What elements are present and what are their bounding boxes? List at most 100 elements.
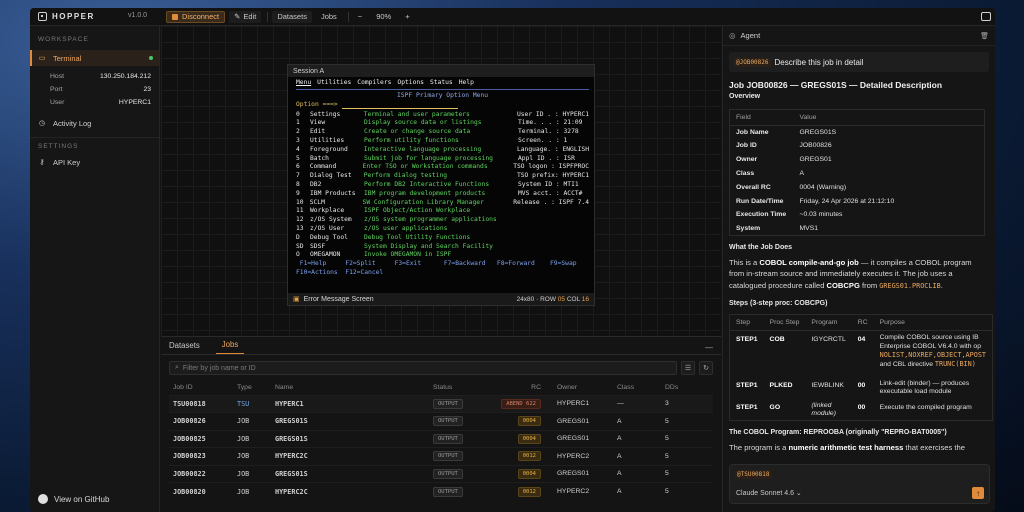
- ispf-option-row[interactable]: SD SDSF System Display and Search Facility: [296, 243, 589, 252]
- table-row: Overall RC 0004 (Warning): [736, 183, 847, 191]
- list-icon: ☰: [684, 365, 692, 372]
- tab-jobs[interactable]: Jobs: [215, 340, 245, 354]
- job-dd-count: 5: [661, 447, 713, 465]
- job-type: JOB: [233, 412, 271, 430]
- menu-item[interactable]: Options: [397, 79, 424, 86]
- list-view-button[interactable]: ☰: [681, 361, 695, 375]
- job-name: HYPERC2C: [271, 447, 429, 465]
- overview-table: Field Value Job Name GREGS01S Job ID JOB008…: [729, 108, 985, 237]
- zoom-in-button[interactable]: +: [400, 11, 414, 23]
- github-link[interactable]: View on GitHub: [38, 494, 109, 504]
- session-status-bar: ▣ Error Message Screen 24x80 · ROW 05 CO…: [288, 293, 594, 305]
- menu-item[interactable]: Help: [459, 79, 474, 86]
- disconnect-button[interactable]: Disconnect: [166, 10, 226, 23]
- job-name: GREGS01S: [271, 412, 429, 430]
- ispf-option-row[interactable]: 6 Command Enter TSO or Workstation command…: [296, 163, 589, 172]
- terminal-icon: ▭: [38, 55, 46, 62]
- table-row[interactable]: JOB00820 JOB HYPERC2C OUTPUT 0012 HYPERC2 A 5: [169, 482, 713, 500]
- ispf-option-row[interactable]: 0 Settings Terminal and user parameters Use…: [296, 111, 589, 120]
- trash-icon[interactable]: 🗑: [980, 32, 989, 40]
- table-row[interactable]: JOB00823 JOB HYPERC2C OUTPUT 0012 HYPERC2 A 5: [169, 447, 713, 465]
- job-owner: HYPERC1: [553, 394, 613, 413]
- ispf-option-row[interactable]: 13 z/OS User z/OS user applications: [296, 225, 589, 234]
- sidebar: WORKSPACE ▭ Terminal Host 130.250.184.212…: [30, 26, 160, 512]
- job-dd-count: 5: [661, 412, 713, 430]
- job-dd-count: 3: [661, 394, 713, 413]
- ispf-option-row[interactable]: 9 IBM Products IBM program development pro…: [296, 190, 589, 199]
- jobs-panel: Datasets Jobs — ⌕ Filter by job name or …: [161, 336, 721, 512]
- steps-table: Step Proc Step Program RC Purpose STEP1 …: [729, 313, 994, 422]
- job-owner: HYPERC2: [553, 482, 613, 500]
- sidebar-item-activity-log[interactable]: ◷ Activity Log: [30, 115, 159, 131]
- ispf-option-row[interactable]: 4 Foreground Interactive language processi…: [296, 146, 589, 155]
- chat-icon[interactable]: [981, 12, 991, 21]
- github-icon: [38, 494, 48, 504]
- rc-badge: 0004: [517, 416, 541, 427]
- ispf-option-row[interactable]: 12 z/OS System z/OS system programmer appl…: [296, 216, 589, 225]
- sidebar-item-api-key[interactable]: ⚷ API Key: [30, 154, 159, 170]
- composer-job-chip[interactable]: @TSU00818: [735, 470, 772, 479]
- ispf-option-row[interactable]: 5 Batch Submit job for language processing…: [296, 155, 589, 164]
- status-message: Error Message Screen: [303, 295, 374, 303]
- ispf-option-row[interactable]: 2 Edit Create or change source data Termina…: [296, 128, 589, 137]
- job-name: GREGS01S: [271, 464, 429, 483]
- settings-header: SETTINGS: [30, 137, 159, 154]
- menu-item[interactable]: Compilers: [357, 79, 391, 86]
- job-class: A: [613, 447, 661, 465]
- table-row[interactable]: JOB00826 JOB GREGS01S OUTPUT 0004 GREGS01 A 5: [169, 412, 713, 430]
- model-selector[interactable]: Claude Sonnet 4.6 ⌄: [736, 489, 802, 497]
- menu-item[interactable]: Status: [430, 79, 453, 86]
- panel-tabs: Datasets Jobs —: [161, 337, 721, 355]
- ispf-option-row[interactable]: 8 DB2 Perform DB2 Interactive Functions Sys…: [296, 181, 589, 190]
- rc-badge: ABEND 622: [501, 398, 541, 409]
- terminal-screen[interactable]: Menu Utilities Compilers Options Status Help …: [288, 77, 594, 278]
- ispf-option-row[interactable]: 11 Workplace ISPF Object/Action Workplace: [296, 207, 589, 216]
- datasets-toggle[interactable]: Datasets: [272, 10, 312, 23]
- session-window[interactable]: Session A Menu Utilities Compilers Options S…: [287, 64, 595, 306]
- jobs-toggle[interactable]: Jobs: [316, 11, 342, 23]
- table-row: Class A: [736, 170, 805, 178]
- job-class: A: [613, 429, 661, 448]
- rc-badge: 0004: [517, 433, 541, 444]
- edit-button[interactable]: ✎ Edit: [229, 10, 262, 23]
- terminal-canvas: Session A Menu Utilities Compilers Options S…: [161, 26, 721, 336]
- menu-item[interactable]: Menu: [296, 79, 311, 86]
- table-row: System MVS1: [736, 224, 819, 232]
- refresh-icon: ↻: [703, 365, 709, 372]
- job-class: A: [613, 482, 661, 500]
- ispf-option-row[interactable]: 3 Utilities Perform utility functions Scree…: [296, 137, 589, 146]
- zoom-out-button[interactable]: −: [353, 11, 367, 23]
- key-icon: ⚷: [39, 159, 45, 166]
- message-composer[interactable]: @TSU00818 Claude Sonnet 4.6 ⌄ ↑: [729, 464, 990, 504]
- table-row[interactable]: JOB00822 JOB GREGS01S OUTPUT 0004 GREGS01 A 5: [169, 464, 713, 483]
- tab-datasets[interactable]: Datasets: [169, 341, 208, 354]
- workspace-header: WORKSPACE: [38, 36, 89, 43]
- refresh-button[interactable]: ↻: [699, 361, 713, 375]
- job-id: JOB00826: [169, 412, 233, 430]
- agent-panel: ◎ Agent 🗑 @JOB00826 Describe this job in…: [722, 26, 995, 512]
- rc-badge: 0012: [517, 486, 541, 497]
- ispf-option-row[interactable]: O OMEGAMON Invoke OMEGAMON in ISPF: [296, 251, 589, 260]
- program-heading: The COBOL Program: REPROOBA (originally …: [729, 429, 947, 437]
- detail-port: Port 23: [50, 86, 151, 93]
- table-row[interactable]: JOB00825 JOB GREGS01S OUTPUT 0004 GREGS01 A 5: [169, 429, 713, 448]
- ispf-option-row[interactable]: D Debug Tool Debug Tool Utility Functions: [296, 234, 589, 243]
- job-mention-chip[interactable]: @JOB00826: [734, 57, 771, 67]
- response-heading: Job JOB00826 — GREGS01S — Detailed Descr…: [729, 80, 943, 90]
- minimize-icon[interactable]: —: [705, 343, 713, 352]
- job-name: GREGS01S: [271, 429, 429, 448]
- ispf-option-row[interactable]: 7 Dialog Test Perform dialog testing TSO pr…: [296, 172, 589, 181]
- job-filter-input[interactable]: ⌕ Filter by job name or ID: [169, 361, 677, 375]
- bot-icon: ◎: [729, 31, 736, 40]
- send-button[interactable]: ↑: [972, 487, 984, 499]
- menu-item[interactable]: Utilities: [317, 79, 351, 86]
- ispf-option-row[interactable]: 10 SCLM SW Configuration Library Manager Re…: [296, 199, 589, 208]
- jobs-table: Job ID Type Name Status RC Owner Class D…: [169, 381, 713, 500]
- cursor-position: 24x80 · ROW 05 COL 16: [516, 295, 589, 303]
- app-window: HOPPER v1.0.0 Disconnect ✎ Edit Datasets…: [30, 8, 995, 512]
- sidebar-item-terminal[interactable]: ▭ Terminal: [30, 50, 159, 66]
- table-row[interactable]: TSU00818 TSU HYPERC1 OUTPUT ABEND 622 HYPERC1…: [169, 394, 713, 413]
- table-row: Run Date/Time Friday, 24 Apr 2026 at 21:1…: [736, 197, 895, 205]
- ispf-option-row[interactable]: 1 View Display source data or listings Time…: [296, 119, 589, 128]
- option-prompt[interactable]: Option ===>: [296, 101, 589, 111]
